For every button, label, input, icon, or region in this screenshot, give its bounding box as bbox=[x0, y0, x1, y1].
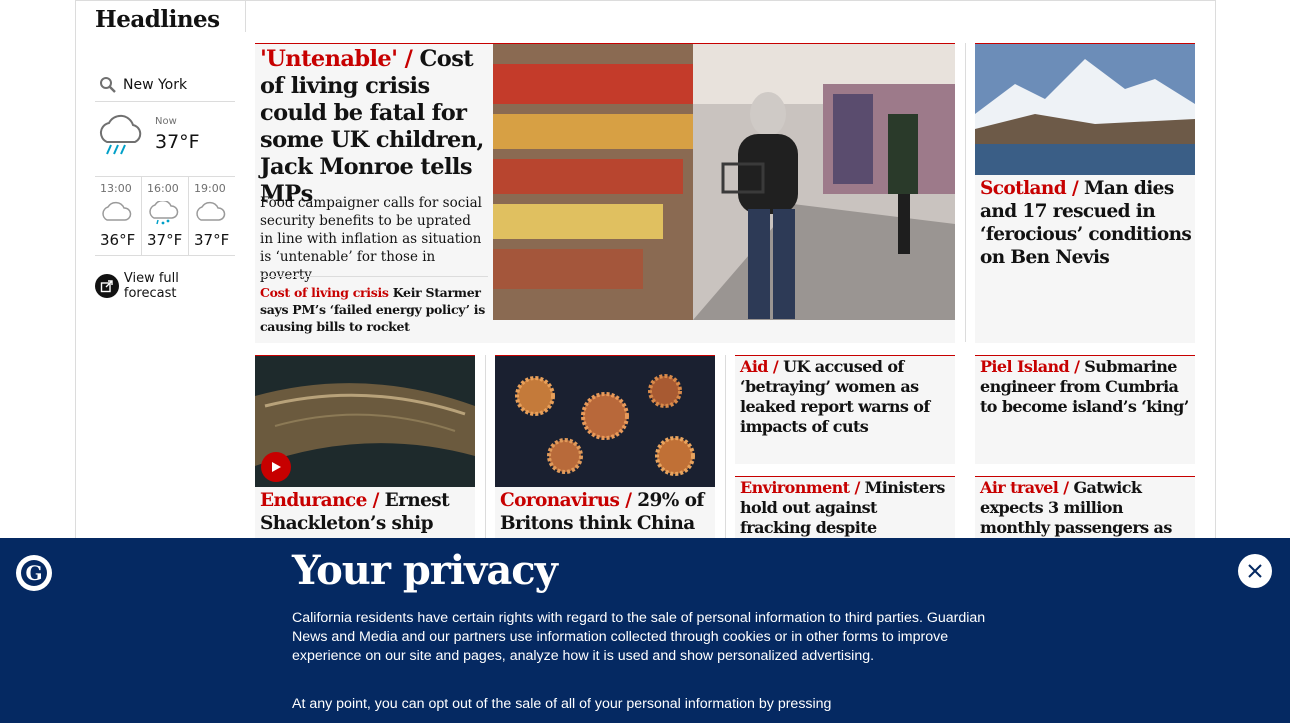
weather-location: New York bbox=[123, 76, 188, 93]
main-story-kicker: 'Untenable' / bbox=[260, 46, 413, 72]
endurance-card[interactable]: Endurance / Ernest Shackleton’s ship fou… bbox=[255, 355, 475, 557]
column-divider bbox=[725, 355, 726, 538]
ben-nevis-headline[interactable]: Scotland / Man dies and 17 rescued in ‘f… bbox=[980, 177, 1192, 269]
privacy-body: California residents have certain rights… bbox=[292, 610, 986, 664]
piel-kicker: Piel Island / bbox=[980, 357, 1080, 376]
close-privacy-button[interactable] bbox=[1238, 554, 1272, 588]
environment-kicker: Environment / bbox=[740, 478, 860, 497]
weather-now: Now 37°F bbox=[95, 102, 235, 177]
search-icon bbox=[100, 76, 116, 93]
weather-location-search[interactable]: New York bbox=[95, 68, 235, 102]
weather-hour: 13:00 36°F bbox=[95, 177, 142, 255]
sublink-kicker: Cost of living crisis bbox=[260, 285, 389, 300]
mountain-illustration bbox=[975, 44, 1195, 175]
piel-island-card[interactable]: Piel Island / Submarine engineer from Cu… bbox=[975, 355, 1195, 464]
cloud-sleet-icon bbox=[149, 201, 179, 225]
aid-card[interactable]: Aid / UK accused of ‘betraying’ women as… bbox=[735, 355, 955, 464]
ben-nevis-card[interactable]: Scotland / Man dies and 17 rescued in ‘f… bbox=[975, 43, 1195, 343]
main-story-card[interactable]: 'Untenable' / Cost of living crisis coul… bbox=[255, 43, 955, 343]
virus-illustration bbox=[495, 356, 715, 487]
main-story-headline[interactable]: 'Untenable' / Cost of living crisis coul… bbox=[260, 46, 488, 208]
ben-nevis-kicker: Scotland / bbox=[980, 178, 1079, 199]
guardian-logo-icon: G bbox=[16, 555, 52, 591]
hour-time: 16:00 bbox=[147, 182, 179, 195]
ben-nevis-image[interactable] bbox=[975, 44, 1195, 175]
cloud-icon bbox=[196, 201, 226, 221]
sublink[interactable]: Cost of living crisis Keir Starmer says … bbox=[260, 284, 488, 335]
top-rule bbox=[76, 0, 1215, 1]
view-forecast-label: View full forecast bbox=[123, 271, 179, 301]
section-title: Headlines bbox=[95, 6, 220, 33]
hour-temp: 37°F bbox=[147, 231, 183, 249]
hour-temp: 36°F bbox=[100, 231, 136, 249]
privacy-title: Your privacy bbox=[292, 547, 558, 594]
privacy-body-optout: At any point, you can opt out of the sal… bbox=[292, 696, 832, 712]
cloud-rain-icon bbox=[99, 114, 142, 155]
column-divider bbox=[965, 43, 966, 342]
hour-time: 13:00 bbox=[100, 182, 132, 195]
endurance-kicker: Endurance / bbox=[260, 490, 379, 511]
column-divider bbox=[485, 355, 486, 538]
play-video-button[interactable] bbox=[261, 452, 291, 482]
weather-hour: 19:00 37°F bbox=[189, 177, 235, 255]
supermarket-illustration bbox=[493, 44, 955, 320]
coronavirus-kicker: Coronavirus / bbox=[500, 490, 632, 511]
close-icon bbox=[1248, 564, 1262, 578]
title-divider bbox=[245, 0, 246, 32]
view-forecast-link[interactable]: View full forecast bbox=[95, 271, 235, 301]
privacy-banner: G Your privacy California residents have… bbox=[0, 538, 1290, 723]
hour-temp: 37°F bbox=[194, 231, 230, 249]
weather-hourly: 13:00 36°F 16:00 37°F 19:00 37°F bbox=[95, 177, 235, 256]
aid-headline[interactable]: Aid / UK accused of ‘betraying’ women as… bbox=[740, 357, 952, 437]
coronavirus-card[interactable]: Coronavirus / 29% of Britons think China… bbox=[495, 355, 715, 557]
hour-time: 19:00 bbox=[194, 182, 226, 195]
supermarket-image[interactable] bbox=[493, 44, 955, 320]
air-travel-kicker: Air travel / bbox=[980, 478, 1069, 497]
cloud-icon bbox=[102, 201, 132, 221]
svg-text:G: G bbox=[25, 561, 42, 585]
piel-headline[interactable]: Piel Island / Submarine engineer from Cu… bbox=[980, 357, 1192, 417]
weather-widget: New York Now 37°F 13:00 36°F 16:00 37°F … bbox=[95, 68, 235, 301]
aid-kicker: Aid / bbox=[740, 357, 779, 376]
weather-hour: 16:00 37°F bbox=[142, 177, 189, 255]
main-story-divider bbox=[260, 276, 488, 277]
coronavirus-image[interactable] bbox=[495, 356, 715, 487]
main-story-standfirst: Food campaigner calls for social securit… bbox=[260, 195, 482, 283]
weather-now-label: Now bbox=[155, 116, 177, 127]
play-icon bbox=[272, 462, 281, 472]
external-link-icon bbox=[95, 274, 119, 298]
weather-now-temp: 37°F bbox=[155, 131, 200, 153]
